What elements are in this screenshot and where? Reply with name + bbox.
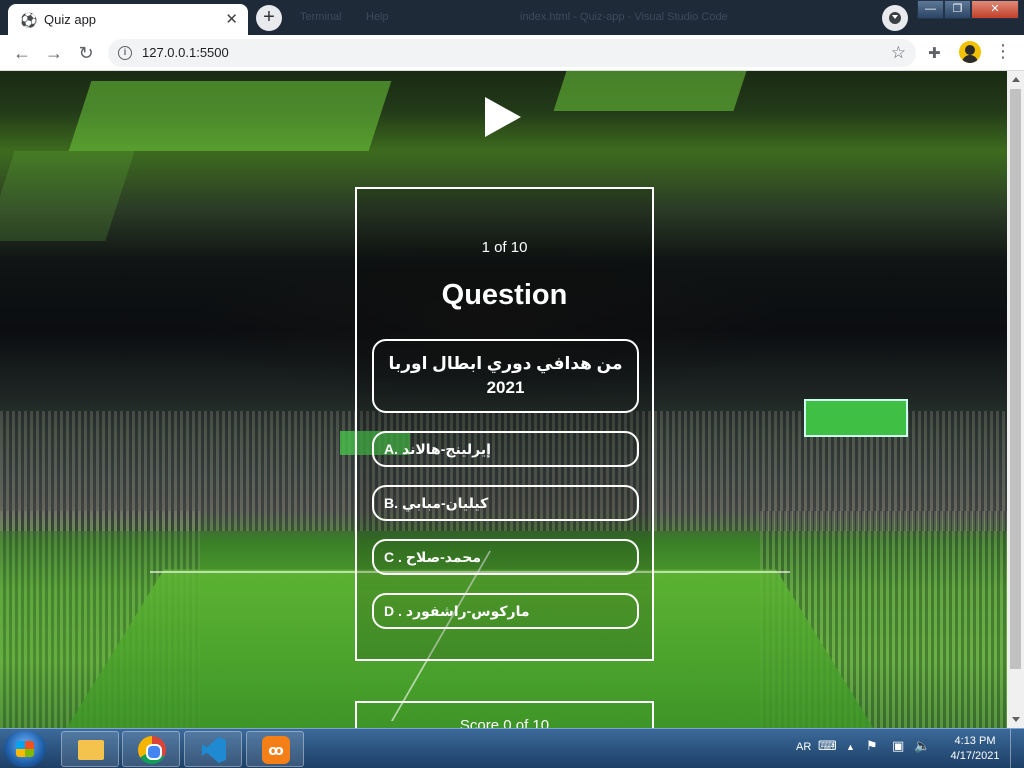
play-icon[interactable] xyxy=(485,97,521,137)
taskbar-explorer[interactable] xyxy=(61,731,119,767)
vscode-icon xyxy=(202,737,226,763)
clock-date: 4/17/2021 xyxy=(950,750,1000,762)
new-tab-button[interactable]: + xyxy=(256,5,282,31)
browser-toolbar: ← → ↻ i 127.0.0.1:5500 ☆ xyxy=(0,35,1024,71)
browser-tab[interactable]: ⚽ Quiz app ✕ xyxy=(8,4,248,35)
answer-option-d[interactable]: D . ماركوس-راشفورد xyxy=(372,593,639,629)
option-text: محمد-صلاح xyxy=(405,549,482,565)
kebab-menu-icon[interactable]: ⋮ xyxy=(994,41,1012,62)
start-button[interactable] xyxy=(4,731,46,767)
clock-time: 4:13 PM xyxy=(954,735,996,747)
soccer-ball-icon: ⚽ xyxy=(20,12,38,28)
system-clock[interactable]: 4:13 PM 4/17/2021 xyxy=(944,734,1006,764)
back-icon[interactable]: ← xyxy=(10,41,34,65)
score-display: Score 0 of 10 xyxy=(355,701,654,728)
answer-option-a[interactable]: A. إيرلينج-هالاند xyxy=(372,431,639,467)
scroll-up-icon[interactable] xyxy=(1012,77,1020,82)
question-text: من هدافي دوري ابطال اوربا 2021 xyxy=(372,339,639,413)
network-icon[interactable]: ▣ xyxy=(892,738,904,754)
ghost-menu-help: Help xyxy=(366,11,389,23)
quiz-card: 1 of 10 Question من هدافي دوري ابطال اور… xyxy=(355,187,654,661)
vertical-scrollbar[interactable] xyxy=(1007,71,1024,728)
stadium-screen xyxy=(804,399,908,437)
roof-panel xyxy=(553,71,747,111)
stadium-background: 1 of 10 Question من هدافي دوري ابطال اور… xyxy=(0,71,1007,728)
maximize-button[interactable]: ❐ xyxy=(944,0,971,19)
volume-icon[interactable]: 🔈 xyxy=(914,738,930,754)
window-controls: — ❐ ✕ xyxy=(917,0,1019,19)
taskbar-chrome[interactable] xyxy=(122,731,180,767)
option-letter: A. xyxy=(384,441,398,457)
folder-icon xyxy=(78,740,104,760)
answer-option-c[interactable]: C . محمد-صلاح xyxy=(372,539,639,575)
chrome-icon xyxy=(138,736,166,764)
option-text: كيليان-مبابي xyxy=(402,495,489,511)
minimize-button[interactable]: — xyxy=(917,0,944,19)
question-progress: 1 of 10 xyxy=(481,239,528,256)
answer-option-b[interactable]: B. كيليان-مبابي xyxy=(372,485,639,521)
info-icon[interactable]: i xyxy=(118,46,132,60)
language-indicator[interactable]: AR xyxy=(796,741,811,753)
roof-panel xyxy=(0,151,135,241)
address-bar[interactable]: i 127.0.0.1:5500 ☆ xyxy=(108,39,916,67)
option-letter: D . xyxy=(384,603,402,619)
option-text: ماركوس-راشفورد xyxy=(405,603,530,619)
tab-title: Quiz app xyxy=(44,12,97,27)
show-hidden-icons-icon[interactable]: ▲ xyxy=(846,742,855,752)
tab-search-button[interactable] xyxy=(882,5,908,31)
browser-titlebar: ⚽ Quiz app ✕ + Terminal Help index.html … xyxy=(0,0,1024,35)
keyboard-icon[interactable]: ⌨ xyxy=(818,738,837,754)
xampp-icon: ꝏ xyxy=(262,736,290,764)
option-letter: B. xyxy=(384,495,398,511)
bookmark-star-icon[interactable]: ☆ xyxy=(891,43,906,63)
url-text[interactable]: 127.0.0.1:5500 xyxy=(142,45,229,60)
close-window-button[interactable]: ✕ xyxy=(971,0,1019,19)
scrollbar-thumb[interactable] xyxy=(1010,89,1021,669)
flag-icon[interactable]: ⚑ xyxy=(866,738,878,754)
close-tab-icon[interactable]: ✕ xyxy=(225,10,238,28)
ghost-window-title: index.html - Quiz-app - Visual Studio Co… xyxy=(520,11,728,23)
extensions-puzzle-icon[interactable]: ✚ xyxy=(928,44,941,62)
option-letter: C . xyxy=(384,549,402,565)
chevron-down-icon xyxy=(892,15,898,19)
question-heading: Question xyxy=(441,279,568,311)
reload-icon[interactable]: ↻ xyxy=(74,41,98,65)
profile-avatar[interactable] xyxy=(959,41,981,63)
taskbar-xampp[interactable]: ꝏ xyxy=(246,731,304,767)
roof-panel xyxy=(68,81,392,151)
scroll-down-icon[interactable] xyxy=(1012,717,1020,722)
taskbar-vscode[interactable] xyxy=(184,731,242,767)
ghost-menu-terminal: Terminal xyxy=(300,11,342,23)
option-text: إيرلينج-هالاند xyxy=(402,441,491,457)
show-desktop-button[interactable] xyxy=(1010,729,1024,768)
windows-taskbar: ꝏ AR ⌨ ▲ ⚑ ▣ 🔈 4:13 PM 4/17/2021 xyxy=(0,728,1024,768)
forward-icon[interactable]: → xyxy=(42,41,66,65)
